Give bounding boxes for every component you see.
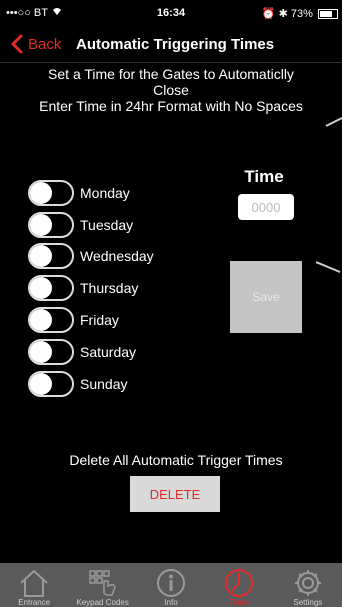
- status-bar: •••○○ BT 16:34 ⏰ ✱ 73%: [0, 0, 342, 28]
- tab-label: Keypad Codes: [76, 598, 129, 607]
- day-row-friday: Friday: [28, 304, 154, 336]
- tab-times[interactable]: Times: [205, 563, 273, 607]
- save-button[interactable]: Save: [230, 261, 302, 333]
- toggle-knob: [30, 213, 52, 236]
- time-label: Time: [244, 167, 284, 186]
- tuesday-toggle[interactable]: [28, 211, 74, 238]
- saturday-toggle[interactable]: [28, 338, 74, 365]
- day-label: Thursday: [80, 280, 139, 297]
- instruction-line-1: Set a Time for the Gates to Automaticlly: [48, 66, 294, 82]
- day-label: Saturday: [80, 343, 137, 360]
- day-label: Tuesday: [80, 216, 134, 233]
- annotation-arrow: [316, 261, 341, 273]
- day-row-tuesday: Tuesday: [28, 209, 154, 241]
- monday-toggle[interactable]: [28, 179, 74, 206]
- day-row-saturday: Saturday: [28, 336, 154, 368]
- tab-bar: Entrance Keypad Codes Info Times Setting…: [0, 563, 342, 607]
- day-row-wednesday: Wednesday: [28, 241, 154, 273]
- page-title: Automatic Triggering Times: [76, 36, 275, 53]
- toggle-knob: [30, 309, 52, 332]
- time-input[interactable]: [238, 194, 294, 220]
- back-label: Back: [28, 35, 62, 53]
- friday-toggle[interactable]: [28, 307, 74, 334]
- thursday-toggle[interactable]: [28, 275, 74, 302]
- tab-label: Info: [164, 598, 178, 607]
- sunday-toggle[interactable]: [28, 370, 74, 397]
- status-right: ⏰ ✱ 73%: [262, 7, 338, 20]
- day-row-thursday: Thursday: [28, 272, 154, 304]
- tab-entrance[interactable]: Entrance: [0, 563, 68, 607]
- day-label: Monday: [80, 184, 130, 201]
- day-toggle-list: Monday Tuesday Wednesday Thursday Friday…: [28, 177, 154, 400]
- alarm-icon: ⏰: [261, 8, 276, 20]
- day-row-monday: Monday: [28, 177, 154, 209]
- tab-settings[interactable]: Settings: [274, 563, 342, 607]
- chevron-left-icon: [11, 34, 23, 54]
- instruction-line-2: Close: [153, 82, 189, 98]
- annotation-arrow: [325, 117, 342, 127]
- instructions: Set a Time for the Gates to Automaticlly…: [0, 66, 342, 114]
- clock-icon: [225, 569, 254, 597]
- tab-info[interactable]: Info: [137, 563, 205, 607]
- day-label: Friday: [80, 312, 119, 329]
- day-label: Sunday: [80, 375, 128, 392]
- tab-keypad-codes[interactable]: Keypad Codes: [68, 563, 136, 607]
- battery-icon: [318, 9, 338, 20]
- toggle-knob: [30, 340, 52, 363]
- tab-label: Times: [228, 598, 251, 607]
- toggle-knob: [30, 245, 52, 268]
- instruction-line-3: Enter Time in 24hr Format with No Spaces: [39, 98, 303, 114]
- info-icon: [157, 569, 186, 597]
- keypad-icon: [88, 570, 116, 596]
- day-label: Wednesday: [80, 248, 154, 265]
- toggle-knob: [30, 372, 52, 395]
- tab-label: Entrance: [18, 598, 51, 607]
- gear-icon: [294, 570, 321, 596]
- toggle-knob: [30, 277, 52, 300]
- toggle-knob: [30, 181, 52, 204]
- delete-button[interactable]: DELETE: [130, 476, 220, 512]
- wednesday-toggle[interactable]: [28, 243, 74, 270]
- day-row-sunday: Sunday: [28, 368, 154, 400]
- nav-bar: Back Automatic Triggering Times: [0, 28, 342, 63]
- delete-all-prompt: Delete All Automatic Trigger Times: [69, 452, 283, 468]
- tab-label: Settings: [293, 598, 323, 607]
- back-button[interactable]: Back: [10, 34, 61, 54]
- house-icon: [20, 570, 48, 597]
- bluetooth-icon: ✱: [278, 8, 288, 20]
- battery-percent: 73%: [290, 8, 313, 20]
